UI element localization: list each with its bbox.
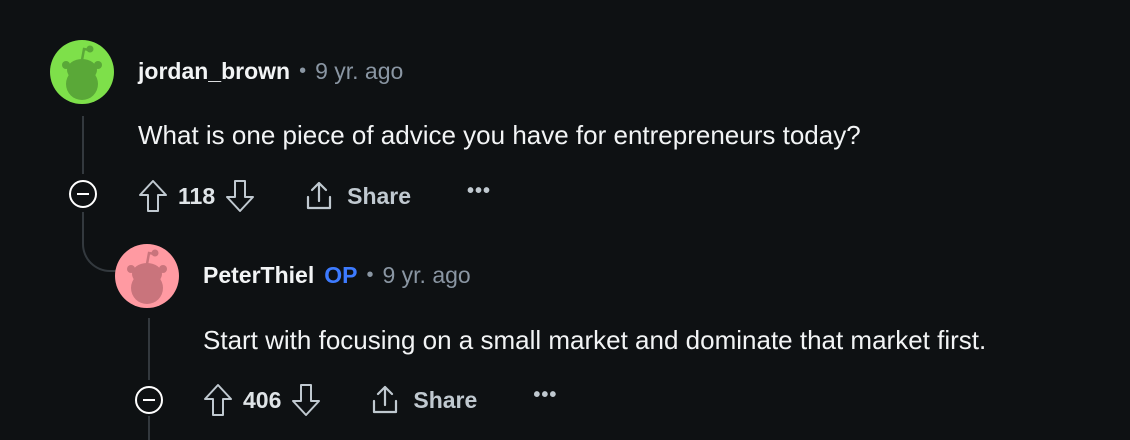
downvote-icon xyxy=(292,384,321,416)
downvote-icon xyxy=(226,180,255,212)
separator-dot: • xyxy=(366,264,374,286)
share-button[interactable]: Share xyxy=(303,180,411,212)
avatar[interactable] xyxy=(115,244,179,308)
downvote-button[interactable] xyxy=(291,383,321,417)
snoo-avatar-icon xyxy=(115,244,179,308)
share-button[interactable]: Share xyxy=(369,384,477,416)
upvote-button[interactable] xyxy=(203,383,233,417)
vote-score: 118 xyxy=(178,182,216,209)
separator-dot: • xyxy=(299,60,307,82)
upvote-icon xyxy=(139,180,167,212)
username[interactable]: jordan_brown xyxy=(138,58,290,85)
collapse-icon[interactable] xyxy=(69,180,97,208)
share-label: Share xyxy=(413,386,478,413)
comment-body: Start with focusing on a small market an… xyxy=(203,325,987,355)
more-icon[interactable]: ••• xyxy=(533,384,557,407)
vote-score: 406 xyxy=(243,386,282,413)
reply-connector xyxy=(82,212,116,272)
upvote-button[interactable] xyxy=(138,179,168,213)
share-icon xyxy=(307,181,332,210)
timestamp[interactable]: 9 yr. ago xyxy=(382,262,470,289)
thread-line xyxy=(148,318,150,380)
comment-actions: 406 Share ••• xyxy=(203,380,557,420)
more-icon[interactable]: ••• xyxy=(467,180,491,203)
comment-body: What is one piece of advice you have for… xyxy=(138,120,861,150)
comment-meta: jordan_brown • 9 yr. ago xyxy=(138,58,403,85)
comment-actions: 118 Share ••• xyxy=(138,176,491,216)
collapse-icon[interactable] xyxy=(135,386,163,414)
upvote-icon xyxy=(204,384,232,416)
username[interactable]: PeterThiel xyxy=(203,262,314,289)
snoo-avatar-icon xyxy=(50,40,114,104)
share-icon xyxy=(373,385,398,414)
downvote-button[interactable] xyxy=(225,179,255,213)
share-label: Share xyxy=(347,182,412,209)
thread-line xyxy=(148,416,150,440)
comment-thread: jordan_brown • 9 yr. ago What is one pie… xyxy=(0,0,1130,440)
comment-meta: PeterThiel OP • 9 yr. ago xyxy=(203,262,471,289)
avatar[interactable] xyxy=(50,40,114,104)
op-badge: OP xyxy=(324,262,358,288)
thread-line xyxy=(82,116,84,174)
timestamp[interactable]: 9 yr. ago xyxy=(315,58,403,85)
